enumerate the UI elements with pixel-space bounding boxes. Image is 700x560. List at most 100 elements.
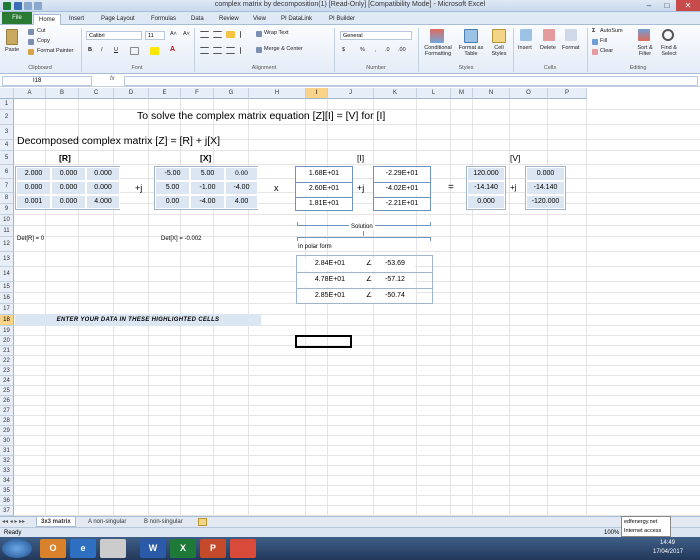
row-header[interactable]: 13 (0, 252, 14, 267)
align-right-icon[interactable] (226, 47, 235, 54)
column-header[interactable]: P (548, 88, 587, 99)
cell-styles-button[interactable]: Cell Styles (487, 45, 511, 57)
x-cell[interactable]: -5.00 (155, 167, 190, 181)
row-header[interactable]: 33 (0, 466, 14, 476)
x-cell[interactable]: 5.00 (155, 181, 190, 195)
row-header[interactable]: 26 (0, 396, 14, 406)
column-header[interactable]: O (510, 88, 548, 99)
x-cell[interactable]: -4.00 (190, 195, 225, 209)
r-matrix[interactable]: 2.000 0.000 0.000 0.000 0.000 0.000 0.00… (15, 166, 120, 210)
wrap-text-button[interactable]: Wrap Text (264, 30, 289, 36)
r-cell[interactable]: 0.000 (86, 167, 120, 181)
increase-decimal-button[interactable]: .0 (385, 47, 390, 53)
r-cell[interactable]: 0.000 (51, 195, 86, 209)
tab-insert[interactable]: Insert (64, 14, 89, 25)
font-name-select[interactable]: Calibri (86, 31, 142, 40)
sheet-tab-a-non-singular[interactable]: A non-singular (84, 517, 130, 527)
autosum-button[interactable]: AutoSum (600, 28, 623, 34)
row-header[interactable]: 19 (0, 326, 14, 336)
find-select-button[interactable]: Find & Select (658, 45, 680, 57)
indent-icon[interactable] (240, 47, 247, 54)
row-header[interactable]: 17 (0, 304, 14, 315)
tab-data[interactable]: Data (186, 14, 209, 25)
align-bottom-icon[interactable] (226, 31, 235, 38)
column-header[interactable]: K (374, 88, 417, 99)
row-header[interactable]: 30 (0, 436, 14, 446)
row-header[interactable]: 22 (0, 356, 14, 366)
start-button-icon[interactable] (2, 539, 32, 558)
paste-button[interactable]: Paste (5, 47, 19, 53)
outlook-icon[interactable]: O (40, 539, 66, 558)
tab-pi-datalink[interactable]: PI DataLink (276, 14, 317, 25)
align-center-icon[interactable] (213, 47, 222, 54)
row-header[interactable]: 35 (0, 486, 14, 496)
row-header[interactable]: 1 (0, 99, 14, 110)
r-cell[interactable]: 0.001 (16, 195, 51, 209)
paste-icon[interactable] (6, 29, 18, 45)
new-sheet-icon[interactable] (198, 518, 207, 526)
tab-review[interactable]: Review (214, 14, 244, 25)
row-header[interactable]: 18 (0, 315, 14, 326)
column-header[interactable]: A (14, 88, 46, 99)
grow-font-button[interactable]: A˄ (170, 31, 177, 37)
v-real-vector[interactable]: 120.000 -14.140 0.000 (466, 166, 506, 210)
fill-color-icon[interactable] (150, 47, 159, 55)
row-header[interactable]: 16 (0, 293, 14, 304)
row-header[interactable]: 7 (0, 179, 14, 193)
copy-button[interactable]: Copy (37, 38, 50, 44)
row-header[interactable]: 8 (0, 193, 14, 204)
row-header[interactable]: 29 (0, 426, 14, 436)
r-cell[interactable]: 4.000 (86, 195, 120, 209)
r-cell[interactable]: 2.000 (16, 167, 51, 181)
percent-button[interactable]: % (360, 47, 365, 53)
number-format-select[interactable]: General (340, 31, 412, 40)
r-cell[interactable]: 0.000 (16, 181, 51, 195)
formula-input[interactable] (124, 76, 698, 86)
row-header[interactable]: 4 (0, 140, 14, 151)
x-cell[interactable]: 0.00 (225, 167, 258, 181)
row-header[interactable]: 5 (0, 151, 14, 165)
row-header[interactable]: 24 (0, 376, 14, 386)
close-button[interactable]: ✕ (676, 0, 700, 11)
align-middle-icon[interactable] (213, 31, 222, 38)
italic-button[interactable]: I (101, 47, 103, 53)
sheet-tab-b-non-singular[interactable]: B non-singular (140, 517, 187, 527)
underline-button[interactable]: U (114, 47, 118, 53)
column-header[interactable]: M (451, 88, 473, 99)
format-as-table-button[interactable]: Format as Table (457, 45, 485, 57)
row-header[interactable]: 3 (0, 125, 14, 140)
row-header[interactable]: 34 (0, 476, 14, 486)
merge-center-button[interactable]: Merge & Center (264, 46, 303, 52)
row-header[interactable]: 36 (0, 496, 14, 506)
fill-button[interactable]: Fill (600, 38, 607, 44)
x-cell[interactable]: 0.00 (155, 195, 190, 209)
column-header[interactable]: B (46, 88, 79, 99)
column-header[interactable]: F (181, 88, 214, 99)
delete-button[interactable]: Delete (540, 45, 556, 51)
currency-button[interactable]: $ (342, 47, 345, 53)
format-painter-button[interactable]: Format Painter (37, 48, 73, 54)
v-imag-cell[interactable]: 0.000 (526, 167, 565, 181)
selected-cell[interactable] (295, 335, 352, 348)
row-header[interactable]: 23 (0, 366, 14, 376)
row-header[interactable]: 6 (0, 165, 14, 179)
column-header[interactable]: J (328, 88, 374, 99)
word-icon[interactable]: W (140, 539, 166, 558)
decrease-decimal-button[interactable]: .00 (398, 47, 406, 53)
font-size-select[interactable]: 11 (145, 31, 165, 40)
font-color-button[interactable]: A (170, 46, 175, 53)
row-header[interactable]: 9 (0, 204, 14, 215)
column-header[interactable]: D (114, 88, 149, 99)
row-header[interactable]: 10 (0, 215, 14, 226)
tab-pi-builder[interactable]: PI Builder (324, 14, 360, 25)
row-header[interactable]: 12 (0, 237, 14, 252)
select-all-corner[interactable] (0, 88, 14, 99)
row-header[interactable]: 21 (0, 346, 14, 356)
column-header[interactable]: I (306, 88, 328, 99)
tab-formulas[interactable]: Formulas (146, 14, 181, 25)
align-left-icon[interactable] (200, 47, 209, 54)
format-button[interactable]: Format (562, 45, 579, 51)
row-header[interactable]: 25 (0, 386, 14, 396)
v-real-cell[interactable]: -14.140 (467, 181, 505, 195)
fx-icon[interactable]: fx (110, 76, 115, 82)
